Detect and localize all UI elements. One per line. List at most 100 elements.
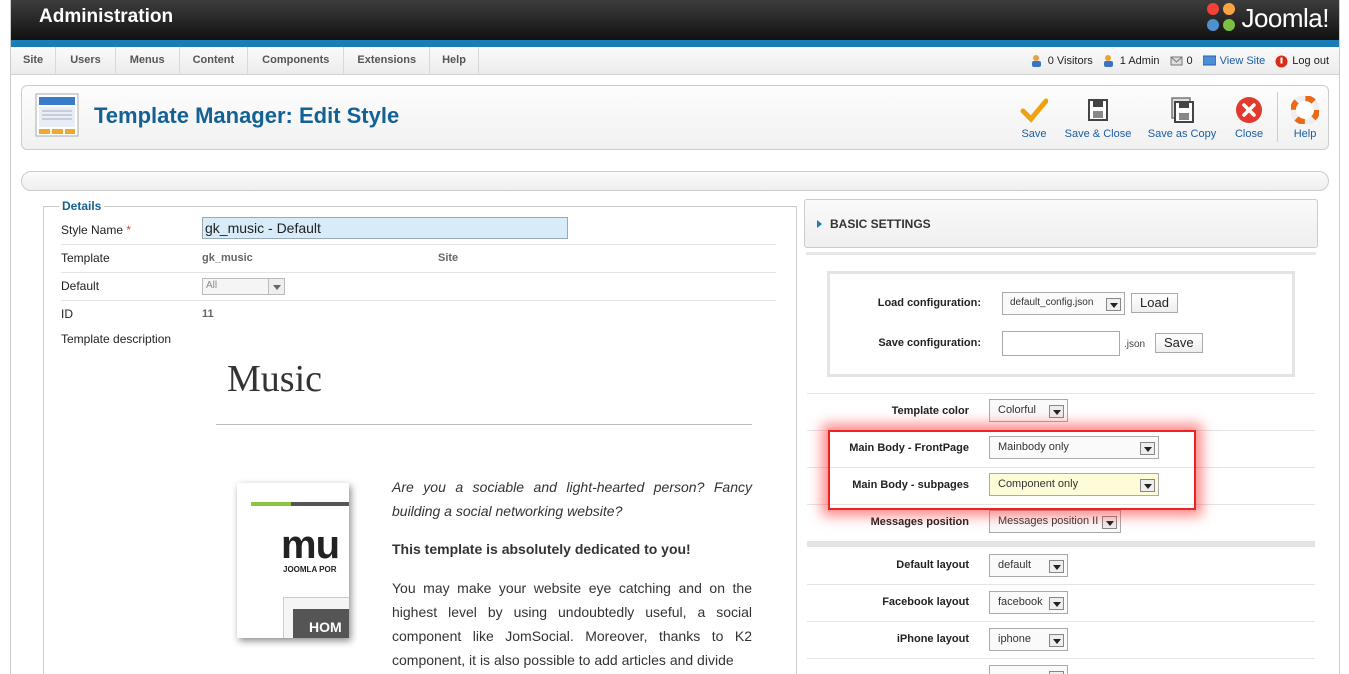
- load-config-select[interactable]: default_config.json: [1002, 292, 1125, 315]
- messages-status[interactable]: 0: [1170, 55, 1193, 67]
- mail-icon: [1170, 55, 1183, 67]
- chevron-down-icon: [1049, 634, 1064, 647]
- load-button[interactable]: Load: [1131, 293, 1178, 313]
- template-client: Site: [438, 252, 459, 264]
- template-manager-icon: [34, 92, 80, 138]
- joomla-logo-icon: [1207, 3, 1237, 33]
- default-select-value: All: [206, 280, 218, 291]
- save-label: Save: [1021, 128, 1047, 140]
- toolbar-separator: [1277, 92, 1278, 142]
- save-config-label: Save configuration:: [878, 337, 981, 349]
- menu-site[interactable]: Site: [11, 47, 57, 75]
- row-divider: [807, 393, 1315, 394]
- basic-settings-title: BASIC SETTINGS: [830, 217, 931, 231]
- template-color-label: Template color: [891, 405, 969, 417]
- messages-position-value: Messages position II: [998, 515, 1099, 527]
- save-config-button[interactable]: Save: [1155, 333, 1203, 353]
- menu-help[interactable]: Help: [430, 47, 479, 75]
- admin-icon: [1103, 55, 1116, 67]
- joomla-logo: Joomla!: [1207, 2, 1329, 34]
- default-layout-value: default: [998, 559, 1032, 571]
- users-icon: [1031, 55, 1044, 67]
- admin-window: Administration Joomla! Site Users Menus …: [10, 0, 1340, 674]
- android-layout-select[interactable]: [989, 665, 1068, 674]
- description-label: Template description: [61, 332, 172, 346]
- message-bar: [21, 171, 1329, 191]
- save-copy-button[interactable]: Save as Copy: [1146, 96, 1218, 140]
- default-label: Default: [61, 279, 100, 293]
- default-row: Default All: [61, 278, 776, 301]
- view-site-label: View Site: [1219, 55, 1266, 67]
- lifebuoy-icon: [1290, 95, 1320, 125]
- template-preview-image: mu JOOMLA POR HOM: [237, 483, 349, 638]
- admin-status: 1 Admin: [1103, 55, 1160, 67]
- menu-content[interactable]: Content: [180, 47, 249, 75]
- highlight-annotation: [828, 430, 1196, 510]
- row-divider: [807, 658, 1315, 659]
- description-heading: Music: [227, 358, 322, 400]
- description-paragraph-2: This template is absolutely dedicated to…: [392, 541, 691, 557]
- menubar: Site Users Menus Content Components Exte…: [11, 47, 1339, 75]
- description-row: Template description: [61, 332, 776, 350]
- close-button[interactable]: Close: [1232, 96, 1266, 140]
- messages-position-select[interactable]: Messages position II: [989, 510, 1121, 533]
- admin-title: Administration: [39, 6, 174, 27]
- save-copy-label: Save as Copy: [1147, 128, 1217, 140]
- floppy-copy-icon: [1168, 96, 1196, 124]
- header: Administration Joomla!: [11, 0, 1339, 40]
- admin-count: 1 Admin: [1119, 55, 1160, 67]
- row-divider: [807, 584, 1315, 585]
- basic-settings-header[interactable]: BASIC SETTINGS: [804, 199, 1318, 248]
- facebook-layout-value: facebook: [998, 596, 1043, 608]
- logout-label: Log out: [1292, 55, 1329, 67]
- load-config-value: default_config.json: [1010, 297, 1094, 308]
- style-name-input[interactable]: [202, 217, 568, 239]
- help-button[interactable]: Help: [1288, 95, 1322, 140]
- template-color-select[interactable]: Colorful: [989, 399, 1068, 422]
- close-icon: [1235, 96, 1263, 124]
- chevron-down-icon: [1106, 298, 1121, 311]
- monitor-icon: [1202, 55, 1217, 67]
- preview-logo-text: mu: [281, 523, 340, 567]
- help-label: Help: [1293, 128, 1317, 140]
- menu-components[interactable]: Components: [248, 47, 345, 75]
- iphone-layout-value: iphone: [998, 633, 1032, 645]
- details-fieldset: Details Style Name * Template gk_music S…: [43, 199, 797, 674]
- description-paragraph-3: You may make your website eye catching a…: [392, 580, 752, 668]
- chevron-down-icon: [1102, 516, 1117, 529]
- style-name-label: Style Name *: [61, 223, 132, 237]
- save-config-input[interactable]: [1002, 331, 1120, 356]
- panel-divider: [806, 252, 1316, 255]
- save-close-label: Save & Close: [1064, 128, 1132, 140]
- facebook-layout-select[interactable]: facebook: [989, 591, 1068, 614]
- logout-link[interactable]: Log out: [1275, 55, 1329, 68]
- iphone-layout-select[interactable]: iphone: [989, 628, 1068, 651]
- template-value: gk_music: [202, 252, 253, 264]
- section-divider: [807, 541, 1315, 547]
- header-accent-bar: [11, 40, 1339, 47]
- view-site-link[interactable]: View Site: [1202, 55, 1266, 67]
- template-color-value: Colorful: [998, 404, 1036, 416]
- visitors-count: 0 Visitors: [1047, 55, 1093, 67]
- default-layout-select[interactable]: default: [989, 554, 1068, 577]
- chevron-down-icon: [1049, 405, 1064, 418]
- chevron-down-icon: [1049, 560, 1064, 573]
- save-button[interactable]: Save: [1019, 96, 1049, 140]
- main-menu: Site Users Menus Content Components Exte…: [11, 47, 479, 75]
- preview-accent-green: [251, 502, 291, 506]
- menu-extensions[interactable]: Extensions: [344, 47, 431, 75]
- page-title: Template Manager: Edit Style: [94, 103, 400, 128]
- preview-home-button: HOM: [293, 609, 349, 638]
- menu-users[interactable]: Users: [56, 47, 116, 75]
- template-label: Template: [61, 251, 110, 265]
- default-select[interactable]: All: [202, 278, 285, 295]
- style-name-row: Style Name *: [61, 217, 776, 245]
- row-divider: [807, 621, 1315, 622]
- menu-menus[interactable]: Menus: [116, 47, 180, 75]
- joomla-logo-text: Joomla!: [1241, 2, 1329, 33]
- id-label: ID: [61, 307, 73, 321]
- preview-subtitle: JOOMLA POR: [283, 565, 337, 574]
- messages-position-label: Messages position: [870, 516, 969, 528]
- save-close-button[interactable]: Save & Close: [1064, 96, 1132, 140]
- chevron-down-icon: [1049, 597, 1064, 610]
